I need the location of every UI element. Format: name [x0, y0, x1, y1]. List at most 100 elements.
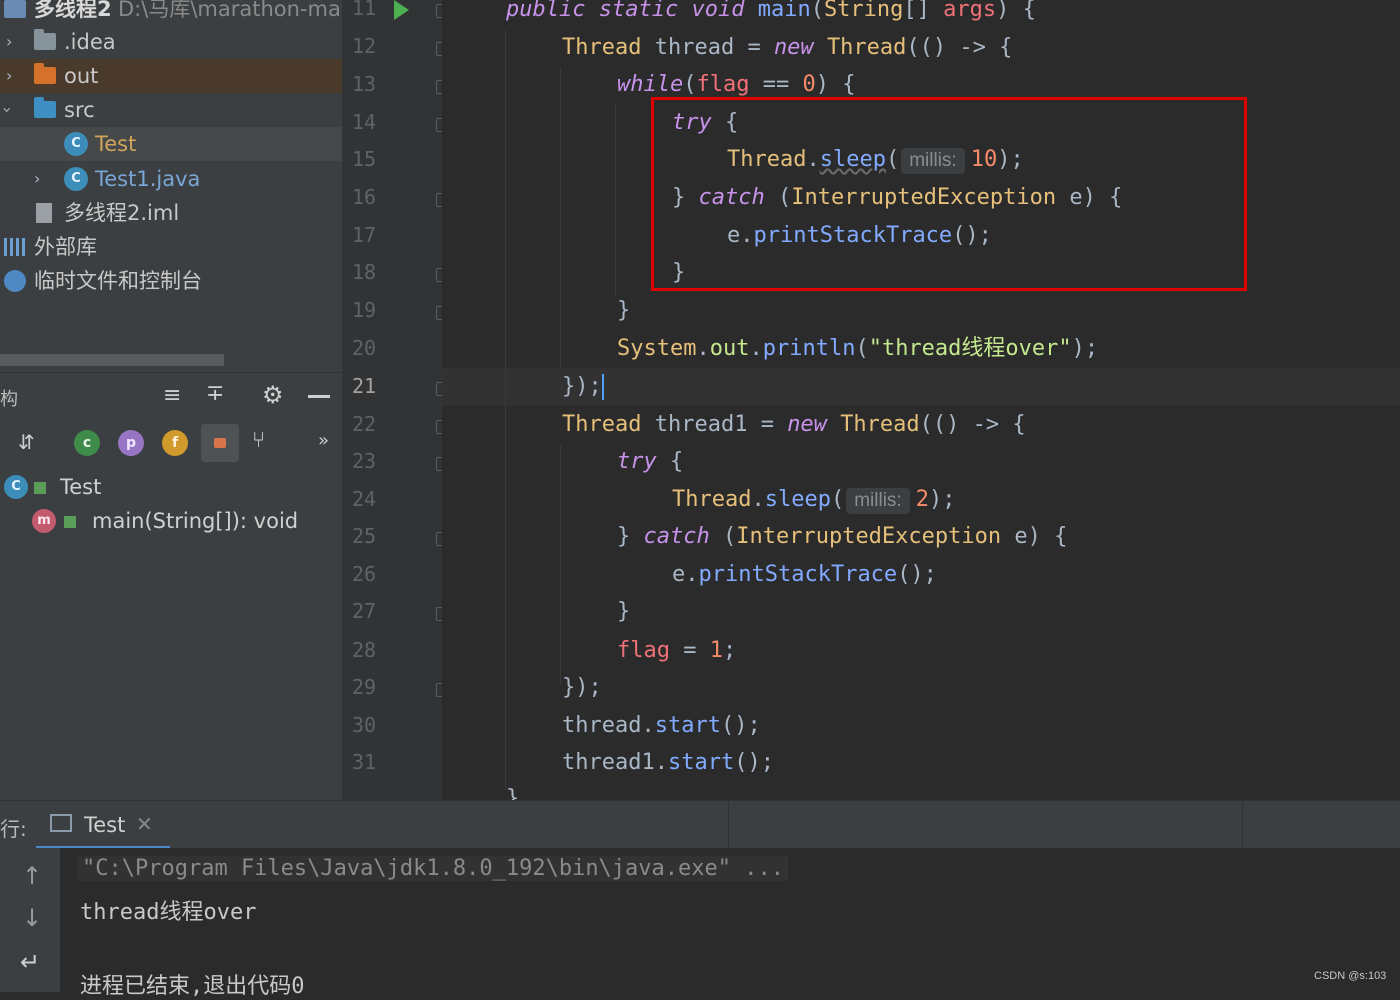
tree-item-label: Test1.java — [95, 167, 201, 191]
structure-item-class[interactable]: C Test — [0, 470, 342, 504]
chevron-down-icon[interactable]: › — [0, 107, 24, 113]
libraries-icon — [4, 238, 28, 256]
run-tool-window-header: 行: Test ✕ — [0, 800, 1400, 849]
code-line-27: } — [617, 599, 631, 624]
collapse-all-icon[interactable]: ∓ — [206, 381, 224, 406]
code-line-12: Thread thread = new Thread(() -> { — [562, 35, 1013, 60]
tree-item-test1[interactable]: › C Test1.java — [0, 162, 342, 196]
field-icon[interactable]: f — [162, 430, 188, 456]
module-icon — [4, 0, 26, 18]
folder-icon — [34, 29, 56, 50]
line-number: 11 — [352, 0, 377, 20]
method-icon: m — [32, 509, 56, 533]
code-line-13: while(flag == 0) { — [617, 72, 856, 97]
line-number: 28 — [352, 638, 377, 662]
anonymous-icon[interactable]: ⑂ — [252, 428, 265, 453]
line-number: 20 — [352, 336, 377, 360]
close-icon[interactable]: ✕ — [136, 812, 153, 836]
line-number: 15 — [352, 147, 377, 171]
structure-item-label: main(String[]): void — [92, 509, 299, 533]
tree-item-label: 多线程2.iml — [64, 201, 180, 225]
code-line-30: thread.start(); — [562, 713, 761, 738]
code-line-11: public static void main(String[] args) { — [506, 0, 1036, 22]
project-path: D:\马库\marathon-marc — [118, 0, 342, 21]
tree-item-src[interactable]: › src — [0, 93, 342, 127]
tree-item-label: 外部库 — [34, 235, 97, 259]
class-icon: C — [64, 132, 88, 156]
property-icon[interactable]: p — [118, 430, 144, 456]
param-hint: millis: — [846, 488, 910, 514]
class-icon: C — [64, 167, 88, 191]
project-name: 多线程2 — [34, 0, 112, 21]
sleep-value-2: 2 — [915, 487, 929, 512]
public-icon — [64, 516, 76, 528]
structure-tree: C Test m main(String[]): void — [0, 468, 342, 800]
expand-all-icon[interactable]: ≡ — [163, 383, 181, 408]
tree-item-scratches[interactable]: 临时文件和控制台 — [0, 264, 342, 298]
tree-item-label: .idea — [64, 30, 116, 54]
structure-item-method[interactable]: m main(String[]): void — [0, 504, 342, 538]
code-line-20: System.out.println("thread线程over"); — [617, 336, 1099, 361]
tree-item-label: src — [64, 98, 95, 122]
structure-filter-bar: ⇵ c p f ⑂ » — [0, 420, 342, 469]
module-file-icon — [36, 203, 52, 223]
line-number: 18 — [352, 260, 377, 284]
public-icon — [34, 482, 46, 494]
console-icon — [50, 814, 72, 832]
watermark: CSDN @s:103 — [1314, 970, 1387, 982]
console-line-command: "C:\Program Files\Java\jdk1.8.0_192\bin\… — [78, 856, 788, 881]
project-root-row[interactable]: 多线程2 D:\马库\marathon-marc — [0, 0, 342, 26]
horizontal-scrollbar[interactable] — [0, 354, 224, 366]
code-line-23: try { — [617, 449, 684, 474]
arrow-up-icon[interactable]: ↑ — [22, 862, 42, 890]
line-number: 24 — [352, 487, 377, 511]
gear-icon[interactable]: ⚙ — [262, 381, 284, 409]
tree-item-label: Test — [95, 132, 137, 156]
code-line-22: Thread thread1 = new Thread(() -> { — [562, 412, 1026, 437]
line-number: 14 — [352, 110, 377, 134]
chevron-right-icon[interactable]: › — [6, 25, 12, 59]
line-number: 27 — [352, 599, 377, 623]
line-number: 17 — [352, 223, 377, 247]
tree-item-libraries[interactable]: 外部库 — [0, 230, 342, 264]
tree-item-out[interactable]: › out — [0, 59, 342, 93]
line-number: 12 — [352, 34, 377, 58]
lock-icon[interactable] — [201, 424, 239, 462]
excluded-folder-icon — [34, 63, 56, 84]
tree-item-idea[interactable]: › .idea — [0, 25, 342, 59]
chevron-right-icon[interactable]: › — [6, 59, 12, 93]
scratches-icon — [4, 270, 26, 292]
sort-alpha-icon[interactable]: ⇵ — [18, 430, 35, 454]
tree-item-iml[interactable]: 多线程2.iml — [0, 196, 342, 230]
code-line-32: } — [506, 786, 520, 800]
code-line-31: thread1.start(); — [562, 750, 774, 775]
code-line-21: }); — [562, 374, 604, 400]
line-number: 21 — [352, 374, 377, 398]
arrow-down-icon[interactable]: ↓ — [22, 904, 42, 932]
minimize-icon[interactable] — [308, 395, 330, 398]
string-literal: "thread线程over" — [868, 336, 1072, 361]
console-output[interactable]: "C:\Program Files\Java\jdk1.8.0_192\bin\… — [60, 848, 1400, 999]
structure-toolbar: 构 ≡ ∓ ⚙ — [0, 372, 342, 421]
inherited-icon[interactable]: c — [74, 430, 100, 456]
console-line-output: thread线程over — [80, 900, 257, 925]
tree-item-test[interactable]: C Test — [0, 127, 342, 161]
class-icon: C — [4, 475, 28, 499]
run-tab-label: Test — [84, 813, 126, 837]
structure-title: 构 — [0, 389, 18, 410]
text-caret — [601, 374, 604, 400]
tree-item-label: 临时文件和控制台 — [34, 269, 202, 293]
more-icon[interactable]: » — [318, 430, 329, 451]
line-number: 16 — [352, 185, 377, 209]
flag-assign-value: 1 — [709, 638, 723, 663]
chevron-right-icon[interactable]: › — [34, 162, 40, 196]
code-line-26: e.printStackTrace(); — [672, 562, 937, 587]
line-number: 13 — [352, 72, 377, 96]
code-line-25: } catch (InterruptedException e) { — [617, 524, 1068, 549]
soft-wrap-icon[interactable]: ↵ — [20, 948, 40, 976]
line-number: 31 — [352, 750, 377, 774]
run-tab-test[interactable]: Test ✕ — [36, 801, 170, 849]
line-number: 25 — [352, 524, 377, 548]
run-gutter-icon[interactable] — [394, 0, 409, 20]
code-line-28: flag = 1; — [617, 638, 737, 663]
